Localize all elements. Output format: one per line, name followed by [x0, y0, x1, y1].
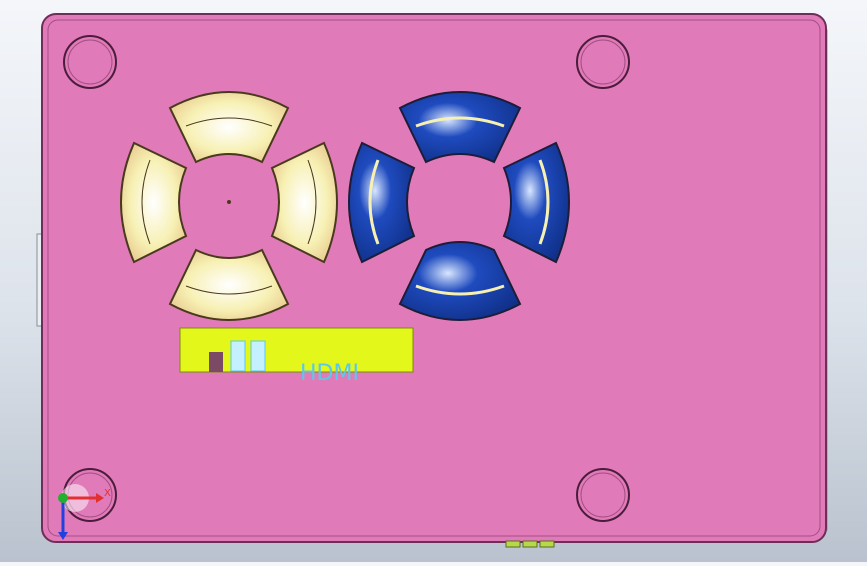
triad-origin	[58, 493, 68, 503]
hdmi-label-text: HDMI	[300, 361, 359, 386]
mounting-hole-bottom-right[interactable]	[576, 468, 630, 522]
label-bar	[230, 340, 246, 372]
cad-viewport[interactable]: HDMI X	[0, 0, 867, 562]
connector-tab	[505, 540, 521, 548]
connector-tab	[522, 540, 538, 548]
x-axis-label: X	[104, 488, 111, 499]
label-bar	[250, 340, 266, 372]
mounting-hole-top-right[interactable]	[576, 35, 630, 89]
label-bar	[209, 352, 223, 372]
connector-tab	[539, 540, 555, 548]
mounting-hole-top-left[interactable]	[63, 35, 117, 89]
